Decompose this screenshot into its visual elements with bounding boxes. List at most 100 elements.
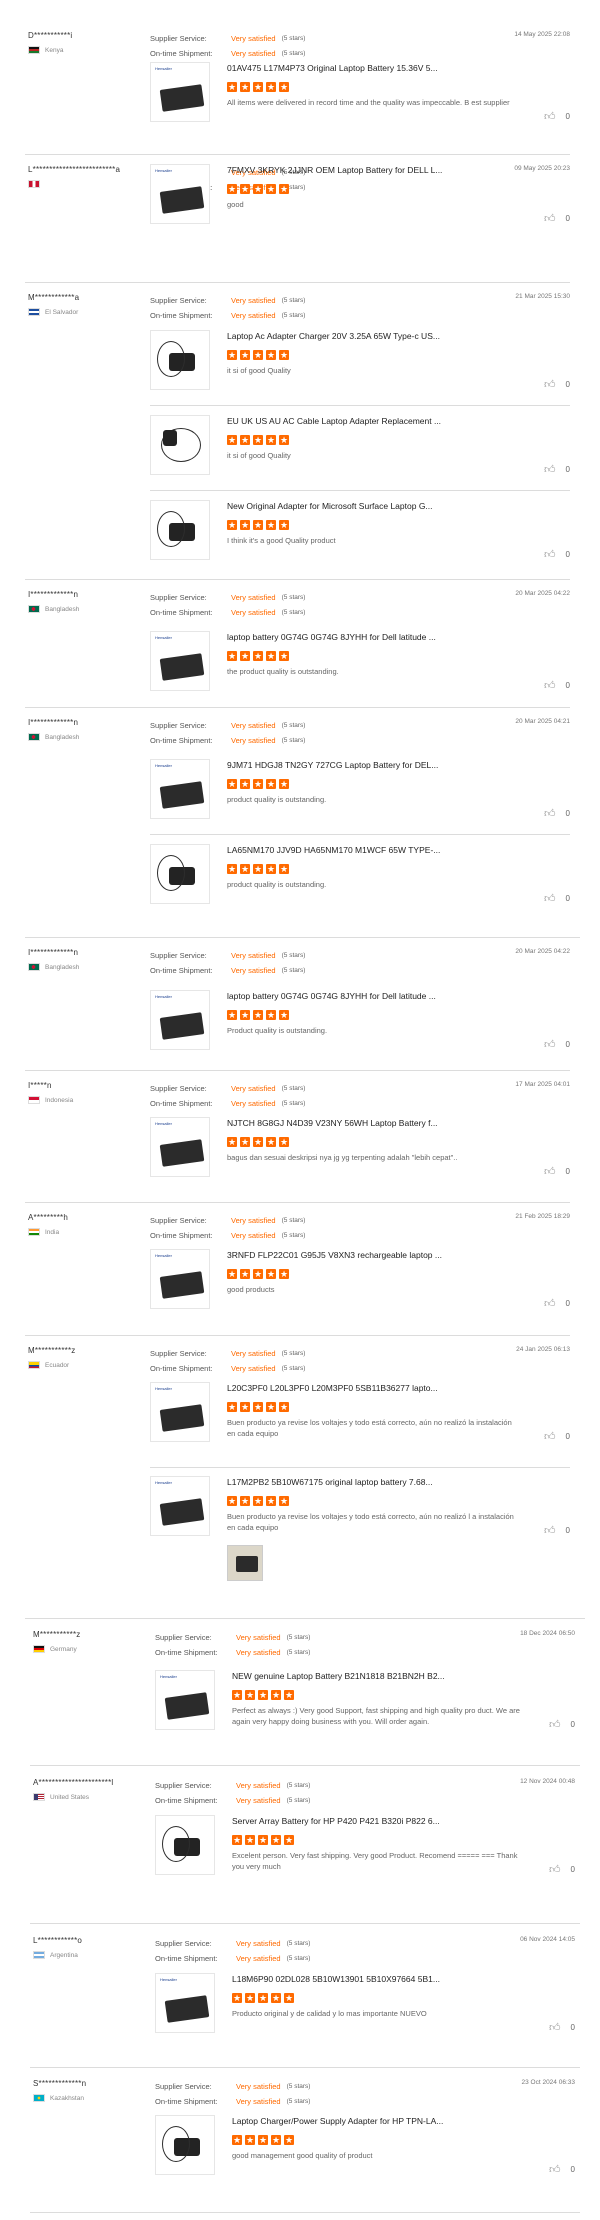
helpful-button[interactable]: 👍︎ 0 [544, 1524, 570, 1537]
thumbs-up-icon[interactable]: 👍︎ [549, 2021, 561, 2034]
helpful-button[interactable]: 👍︎ 0 [544, 807, 570, 820]
reviewer-country: Bangladesh [28, 733, 79, 741]
product-thumbnail[interactable]: Hensaller [150, 990, 210, 1050]
review-comment: it si of good Quality [227, 366, 291, 375]
supplier-service-label: Supplier Service: [155, 1939, 212, 1948]
product-title-link[interactable]: Laptop Ac Adapter Charger 20V 3.25A 65W … [227, 330, 517, 342]
product-title-link[interactable]: laptop battery 0G74G 0G74G 8JYHH for Del… [227, 631, 517, 643]
review-photo[interactable] [227, 1545, 263, 1581]
supplier-service-stars: (5 stars) [286, 2083, 311, 2090]
thumbs-up-icon[interactable]: 👍︎ [544, 378, 556, 391]
product-thumbnail[interactable]: Hensaller [150, 1117, 210, 1177]
product-title-link[interactable]: L17M2PB2 5B10W67175 original laptop batt… [227, 1476, 517, 1488]
helpful-button[interactable]: 👍︎ 0 [544, 1165, 570, 1178]
product-title-link[interactable]: Server Array Battery for HP P420 P421 B3… [232, 1815, 522, 1827]
review-date: 14 May 2025 22:08 [514, 31, 570, 38]
supplier-service-value: Very satisfied [231, 593, 276, 602]
on-time-shipment-label: On-time Shipment: [155, 1954, 218, 1963]
product-thumbnail[interactable]: Hensaller [150, 1476, 210, 1536]
helpful-button[interactable]: 👍︎ 0 [544, 110, 570, 123]
product-thumbnail[interactable]: Hensaller [150, 1382, 210, 1442]
reviewed-product: Hensaller NEW genuine Laptop Battery B21N… [155, 1670, 575, 1736]
product-thumbnail[interactable] [155, 1815, 215, 1875]
thumbs-up-icon[interactable]: 👍︎ [549, 1863, 561, 1876]
product-title-link[interactable]: 3RNFD FLP22C01 G95J5 V8XN3 rechargeable … [227, 1249, 517, 1261]
product-thumbnail[interactable] [155, 2115, 215, 2175]
product-title-link[interactable]: NEW genuine Laptop Battery B21N1818 B21B… [232, 1670, 522, 1682]
product-thumbnail[interactable] [150, 415, 210, 475]
thumbs-up-icon[interactable]: 👍︎ [544, 1297, 556, 1310]
star-icon: ★ [266, 779, 276, 789]
star-icon: ★ [266, 184, 276, 194]
thumbs-up-icon[interactable]: 👍︎ [549, 1718, 561, 1731]
helpful-button[interactable]: 👍︎ 0 [544, 548, 570, 561]
product-title-link[interactable]: LA65NM170 JJV9D HA65NM170 M1WCF 65W TYPE… [227, 844, 517, 856]
helpful-button[interactable]: 👍︎ 0 [549, 2021, 575, 2034]
helpful-button[interactable]: 👍︎ 0 [544, 679, 570, 692]
product-thumbnail[interactable] [150, 500, 210, 560]
product-thumbnail[interactable]: Hensaller [150, 164, 210, 224]
product-thumbnail[interactable] [150, 844, 210, 904]
reviewer-country [28, 180, 120, 188]
review-date: 06 Nov 2024 14:05 [520, 1936, 575, 1943]
on-time-shipment-stars: (5 stars) [286, 1955, 311, 1962]
thumbnail-brand-label: Hensaller [155, 66, 172, 71]
product-title-link[interactable]: 01AV475 L17M4P73 Original Laptop Battery… [227, 62, 517, 74]
star-icon: ★ [245, 1690, 255, 1700]
product-info: EU UK US AU AC Cable Laptop Adapter Repl… [227, 415, 517, 461]
helpful-button[interactable]: 👍︎ 0 [549, 1863, 575, 1876]
thumbs-up-icon[interactable]: 👍︎ [544, 1430, 556, 1443]
helpful-button[interactable]: 👍︎ 0 [544, 463, 570, 476]
product-title-link[interactable]: NJTCH 8G8GJ N4D39 V23NY 56WH Laptop Batt… [227, 1117, 517, 1129]
product-title-link[interactable]: 7FMXV 3KRYK 2JJNR OEM Laptop Battery for… [227, 164, 517, 176]
reviewer-country: Germany [33, 1645, 81, 1653]
review-comment: bagus dan sesuai deskripsi nya jg yg ter… [227, 1153, 458, 1162]
product-title-link[interactable]: Laptop Charger/Power Supply Adapter for … [232, 2115, 522, 2127]
helpful-button[interactable]: 👍︎ 0 [544, 892, 570, 905]
product-title-link[interactable]: laptop battery 0G74G 0G74G 8JYHH for Del… [227, 990, 517, 1002]
helpful-button[interactable]: 👍︎ 0 [544, 1297, 570, 1310]
thumbs-up-icon[interactable]: 👍︎ [544, 807, 556, 820]
product-info: 9JM71 HDGJ8 TN2GY 727CG Laptop Battery f… [227, 759, 517, 805]
helpful-button[interactable]: 👍︎ 0 [544, 1038, 570, 1051]
product-thumbnail[interactable]: Hensaller [155, 1973, 215, 2033]
country-name: Bangladesh [45, 605, 80, 613]
helpful-button[interactable]: 👍︎ 0 [544, 378, 570, 391]
product-title-link[interactable]: L20C3PF0 L20L3PF0 L20M3PF0 5SB11B36277 l… [227, 1382, 517, 1394]
product-title-link[interactable]: EU UK US AU AC Cable Laptop Adapter Repl… [227, 415, 517, 427]
star-icon: ★ [253, 350, 263, 360]
supplier-service-label: Supplier Service: [150, 1349, 207, 1358]
thumbs-up-icon[interactable]: 👍︎ [549, 2163, 561, 2176]
on-time-shipment-value: Very satisfied [231, 49, 276, 58]
country-name: India [45, 1228, 60, 1236]
product-thumbnail[interactable]: Hensaller [150, 759, 210, 819]
battery-image-icon [164, 1692, 210, 1720]
product-thumbnail[interactable]: Hensaller [155, 1670, 215, 1730]
product-title-link[interactable]: 9JM71 HDGJ8 TN2GY 727CG Laptop Battery f… [227, 759, 517, 771]
helpful-button[interactable]: 👍︎ 0 [544, 1430, 570, 1443]
product-info: Laptop Ac Adapter Charger 20V 3.25A 65W … [227, 330, 517, 376]
helpful-button[interactable]: 👍︎ 0 [549, 2163, 575, 2176]
helpful-button[interactable]: 👍︎ 0 [544, 212, 570, 225]
product-title-link[interactable]: New Original Adapter for Microsoft Surfa… [227, 500, 517, 512]
reviewer-name: D***********i [28, 31, 73, 40]
thumbs-up-icon[interactable]: 👍︎ [544, 1165, 556, 1178]
product-thumbnail[interactable]: Hensaller [150, 1249, 210, 1309]
thumbs-up-icon[interactable]: 👍︎ [544, 892, 556, 905]
product-thumbnail[interactable] [150, 330, 210, 390]
supplier-service-label: Supplier Service: [150, 1216, 207, 1225]
star-icon: ★ [253, 1496, 263, 1506]
thumbs-up-icon[interactable]: 👍︎ [544, 548, 556, 561]
helpful-button[interactable]: 👍︎ 0 [549, 1718, 575, 1731]
review-date: 17 Mar 2025 04:01 [515, 1081, 570, 1088]
product-thumbnail[interactable]: Hensaller [150, 62, 210, 122]
thumbs-up-icon[interactable]: 👍︎ [544, 463, 556, 476]
thumbs-up-icon[interactable]: 👍︎ [544, 1038, 556, 1051]
country-name: United States [50, 1793, 90, 1801]
product-title-link[interactable]: L18M6P90 02DL028 5B10W13901 5B10X97664 5… [232, 1973, 522, 1985]
thumbs-up-icon[interactable]: 👍︎ [544, 1524, 556, 1537]
thumbs-up-icon[interactable]: 👍︎ [544, 212, 556, 225]
thumbs-up-icon[interactable]: 👍︎ [544, 679, 556, 692]
thumbs-up-icon[interactable]: 👍︎ [544, 110, 556, 123]
product-thumbnail[interactable]: Hensaller [150, 631, 210, 691]
